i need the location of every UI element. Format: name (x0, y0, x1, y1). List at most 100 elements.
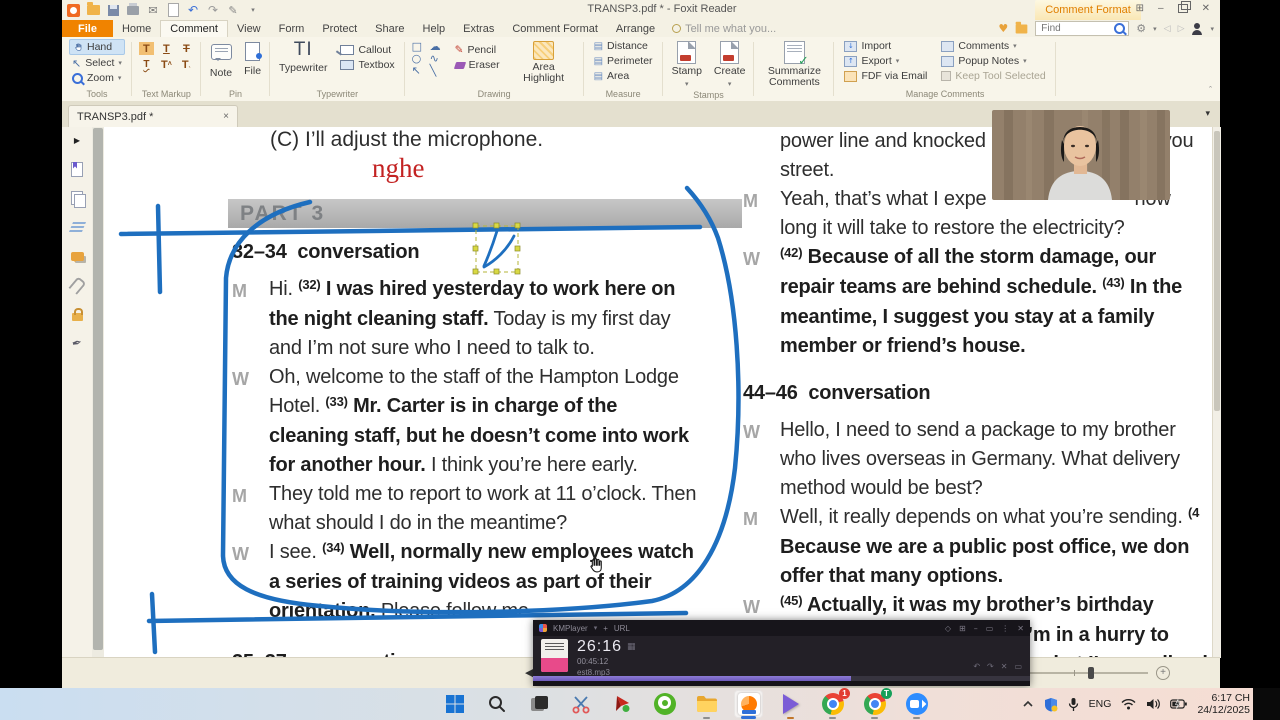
security-panel-icon[interactable] (69, 306, 85, 322)
tell-me-box[interactable]: Tell me what you... (664, 20, 776, 37)
chrome-profile2-button[interactable]: T (860, 690, 889, 718)
wifi-icon[interactable] (1121, 698, 1136, 710)
strikeout-tool-icon[interactable]: T (179, 42, 194, 55)
kmplayer-button[interactable] (776, 690, 805, 718)
signature-panel-icon[interactable]: ✒ (67, 333, 87, 353)
player-title-bar[interactable]: KMPlayer ▾ + URL ◇ ⊞ – ▭ ⋮ ✕ (533, 620, 1030, 636)
zoom-in-button[interactable]: + (1156, 666, 1170, 680)
player-add-button[interactable]: + (603, 624, 608, 633)
pages-panel-icon[interactable] (69, 190, 85, 206)
favorites-icon[interactable]: ♥ (998, 22, 1008, 35)
import-comments-button[interactable]: ↓Import (841, 39, 930, 53)
area-button[interactable]: ▤Area (591, 69, 656, 83)
prev-view-icon[interactable]: ◁ (1164, 24, 1171, 34)
menu-tab-arrange[interactable]: Arrange (607, 20, 664, 37)
polyline-shape-icon[interactable]: ∿ (430, 53, 444, 64)
player-pin-icon[interactable]: ◇ (945, 624, 951, 633)
foxit-logo-icon[interactable] (66, 3, 80, 17)
oval-shape-icon[interactable]: ○ (412, 53, 426, 64)
attachments-panel-icon[interactable] (69, 277, 85, 293)
file-attach-button[interactable]: File (242, 39, 263, 77)
menu-tab-protect[interactable]: Protect (313, 20, 366, 37)
account-avatar[interactable] (1191, 23, 1203, 35)
undo-icon[interactable]: ↶ (186, 3, 200, 17)
note-button[interactable]: Note (208, 39, 234, 79)
file-explorer-button[interactable] (692, 690, 721, 718)
menu-tab-file[interactable]: File (62, 20, 113, 37)
replace-tool-icon[interactable]: T˄ (159, 58, 174, 71)
search-icon[interactable] (1114, 23, 1125, 34)
rectangle-shape-icon[interactable]: □ (412, 41, 426, 52)
language-indicator[interactable]: ENG (1089, 698, 1112, 710)
player-stop-icon[interactable]: ✕ (1001, 662, 1008, 671)
textbox-button[interactable]: Textbox (337, 58, 397, 72)
foxit-reader-button[interactable] (734, 690, 763, 718)
menu-tab-comment-format[interactable]: Comment Format (503, 20, 607, 37)
media-player-window[interactable]: KMPlayer ▾ + URL ◇ ⊞ – ▭ ⋮ ✕ 26:16▦ 00:4… (533, 620, 1030, 686)
fdf-via-email-button[interactable]: FDF via Email (841, 69, 930, 83)
search-folder-icon[interactable] (1016, 24, 1028, 33)
perimeter-button[interactable]: ▤Perimeter (591, 54, 656, 68)
new-document-icon[interactable] (166, 3, 180, 17)
zoom-slider-handle[interactable] (1088, 667, 1094, 679)
open-file-icon[interactable] (86, 3, 100, 17)
email-icon[interactable]: ✉ (146, 3, 160, 17)
minimize-icon[interactable]: – (1158, 3, 1164, 14)
pencil-button[interactable]: ✎Pencil (452, 43, 503, 57)
tab-switch-icon[interactable]: ⊞ (1136, 3, 1144, 14)
snipping-tool-button[interactable] (566, 690, 595, 718)
menu-tab-help[interactable]: Help (414, 20, 455, 37)
player-minimize-icon[interactable]: – (974, 624, 978, 633)
menu-tab-share[interactable]: Share (366, 20, 413, 37)
tab-list-caret-icon[interactable]: ▾ (1205, 108, 1210, 119)
zoom-app-button[interactable] (902, 690, 931, 718)
next-view-icon[interactable]: ▷ (1178, 24, 1185, 34)
save-icon[interactable] (106, 3, 120, 17)
document-scrollbar[interactable] (1212, 127, 1221, 658)
media-converter-button[interactable] (608, 690, 637, 718)
summarize-comments-button[interactable]: ✓Summarize Comments (761, 39, 827, 88)
create-stamp-button[interactable]: Create▾ (712, 39, 748, 90)
squiggly-tool-icon[interactable]: T (139, 58, 154, 71)
callout-button[interactable]: Callout (337, 43, 397, 57)
line-shape-icon[interactable]: ╲ (430, 65, 444, 76)
player-prev-icon[interactable]: ↶ (973, 662, 980, 671)
redo-icon[interactable]: ↷ (206, 3, 220, 17)
account-caret-icon[interactable]: ▾ (1210, 25, 1214, 33)
player-progress-bar[interactable] (533, 676, 1030, 681)
microphone-icon[interactable] (1068, 697, 1079, 712)
zoom-slider[interactable] (1030, 672, 1148, 674)
popup-notes-button[interactable]: Popup Notes▾ (938, 54, 1048, 68)
keep-tool-selected-checkbox[interactable]: Keep Tool Selected (938, 69, 1048, 83)
start-button[interactable] (440, 690, 469, 718)
menu-tab-extras[interactable]: Extras (454, 20, 503, 37)
select-tool-button[interactable]: ↖Select▾ (69, 56, 125, 70)
document-tab[interactable]: TRANSP3.pdf * × (68, 105, 238, 127)
tray-expand-chevron-icon[interactable] (1022, 700, 1034, 708)
menu-tab-view[interactable]: View (228, 20, 270, 37)
clock[interactable]: 6:17 CH24/12/2025 (1197, 692, 1250, 716)
typewriter-button[interactable]: TITypewriter (277, 39, 329, 74)
show-desktop-corner[interactable] (1253, 688, 1280, 720)
pen-tool-icon[interactable]: ✎ (226, 3, 240, 17)
gear-caret-icon[interactable]: ▾ (1153, 25, 1157, 33)
highlight-tool-icon[interactable]: T (139, 42, 154, 55)
player-url-button[interactable]: URL (614, 624, 630, 633)
hand-tool-button[interactable]: Hand (69, 39, 125, 55)
stamp-button[interactable]: Stamp▾ (670, 39, 704, 90)
restore-icon[interactable] (1178, 4, 1188, 13)
chrome-profile1-button[interactable]: 1 (818, 690, 847, 718)
player-next-icon[interactable]: ↷ (987, 662, 994, 671)
layers-panel-icon[interactable] (69, 219, 85, 235)
menu-tab-comment[interactable]: Comment (160, 20, 228, 37)
export-comments-button[interactable]: ↑Export▾ (841, 54, 930, 68)
battery-icon[interactable] (1170, 699, 1187, 709)
player-close-icon[interactable]: ✕ (1017, 624, 1024, 633)
windows-security-icon[interactable] (1044, 697, 1058, 712)
print-icon[interactable] (126, 3, 140, 17)
collapse-ribbon-icon[interactable]: ˆ (1209, 85, 1212, 95)
eraser-button[interactable]: Eraser (452, 58, 503, 72)
area-highlight-button[interactable]: Area Highlight (511, 39, 577, 84)
comments-menu-button[interactable]: Comments▾ (938, 39, 1048, 53)
player-menu-caret-icon[interactable]: ▾ (594, 624, 598, 632)
